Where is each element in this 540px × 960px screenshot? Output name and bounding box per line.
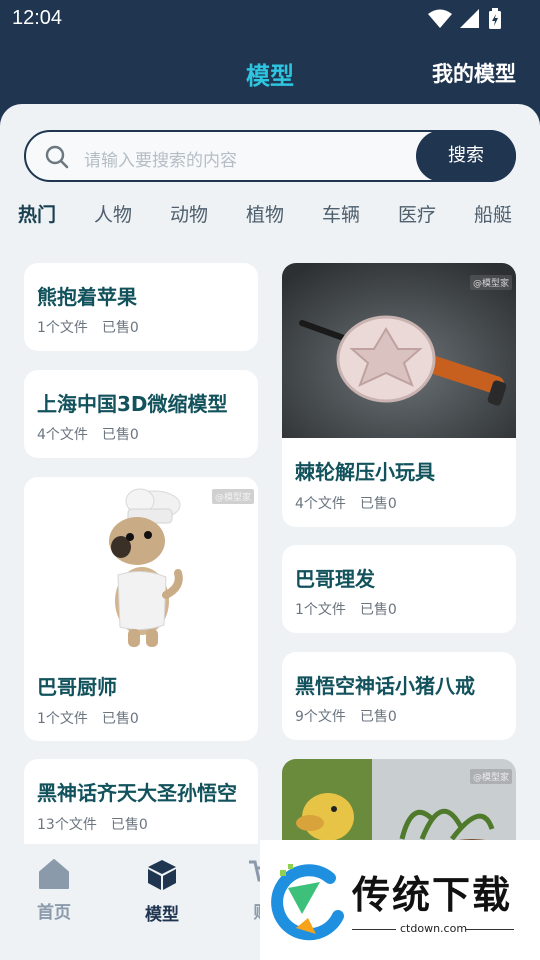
file-count: 13个文件 bbox=[37, 817, 97, 833]
ad-brand-name: 传统下载 bbox=[352, 873, 513, 917]
sold-count: 已售0 bbox=[101, 427, 139, 443]
card-meta: 4个文件 已售0 bbox=[37, 424, 153, 444]
watermark: @模型家 bbox=[469, 275, 512, 290]
search-button[interactable]: 搜索 bbox=[416, 130, 516, 182]
tab-vehicles[interactable]: 车辆 bbox=[322, 200, 360, 227]
ad-domain: ctdown.com bbox=[400, 922, 468, 935]
status-icons bbox=[428, 8, 502, 30]
nav-models[interactable]: 模型 bbox=[122, 858, 202, 925]
nav-models-label: 模型 bbox=[145, 905, 179, 925]
tab-medical[interactable]: 医疗 bbox=[398, 200, 436, 227]
tab-people[interactable]: 人物 bbox=[94, 200, 132, 227]
nav-home-label: 首页 bbox=[37, 903, 71, 923]
divider bbox=[466, 929, 514, 930]
sold-count: 已售0 bbox=[359, 496, 397, 512]
content-panel: 请输入要搜索的内容 搜索 热门 人物 动物 植物 车辆 医疗 船艇 熊抱着苹果 … bbox=[0, 104, 540, 960]
card-meta: 1个文件 已售0 bbox=[295, 599, 411, 619]
search-bar[interactable]: 请输入要搜索的内容 搜索 bbox=[24, 130, 516, 182]
model-card[interactable]: @模型家 巴哥厨师 1个文件 已售0 bbox=[24, 477, 258, 741]
file-count: 4个文件 bbox=[37, 427, 88, 443]
wifi-icon bbox=[428, 9, 452, 28]
card-title: 黑悟空神话小猪八戒 bbox=[295, 674, 475, 698]
tab-boats[interactable]: 船艇 bbox=[474, 200, 512, 227]
sold-count: 已售0 bbox=[359, 602, 397, 618]
sold-count: 已售0 bbox=[110, 817, 148, 833]
tab-animals[interactable]: 动物 bbox=[170, 200, 208, 227]
download-site-overlay: 传统下载 ctdown.com bbox=[260, 840, 540, 960]
file-count: 1个文件 bbox=[37, 711, 88, 727]
divider bbox=[352, 929, 396, 930]
model-card[interactable]: 上海中国3D微缩模型 4个文件 已售0 bbox=[24, 370, 258, 458]
chef-pug-image bbox=[24, 477, 258, 657]
cube-icon bbox=[148, 860, 176, 890]
nav-home[interactable]: 首页 bbox=[14, 858, 94, 923]
my-models-link[interactable]: 我的模型 bbox=[432, 58, 516, 88]
status-bar: 12:04 bbox=[0, 0, 540, 40]
file-count: 9个文件 bbox=[295, 709, 346, 725]
model-card[interactable]: 熊抱着苹果 1个文件 已售0 bbox=[24, 263, 258, 351]
watermark: @模型家 bbox=[469, 769, 512, 784]
watermark: @模型家 bbox=[211, 489, 254, 504]
sold-count: 已售0 bbox=[101, 711, 139, 727]
card-title: 黑神话齐天大圣孙悟空 bbox=[37, 781, 237, 805]
card-title: 巴哥厨师 bbox=[37, 675, 117, 699]
file-count: 1个文件 bbox=[295, 602, 346, 618]
home-icon bbox=[39, 859, 69, 889]
card-meta: 9个文件 已售0 bbox=[295, 706, 411, 726]
file-count: 1个文件 bbox=[37, 320, 88, 336]
sold-count: 已售0 bbox=[359, 709, 397, 725]
tab-hot[interactable]: 热门 bbox=[18, 200, 56, 227]
card-meta: 1个文件 已售0 bbox=[37, 708, 153, 728]
battery-icon bbox=[489, 8, 501, 29]
file-count: 4个文件 bbox=[295, 496, 346, 512]
category-tabs: 热门 人物 动物 植物 车辆 医疗 船艇 bbox=[0, 200, 540, 230]
card-title: 巴哥理发 bbox=[295, 567, 375, 591]
card-meta: 1个文件 已售0 bbox=[37, 317, 153, 337]
card-meta: 4个文件 已售0 bbox=[295, 493, 411, 513]
card-title: 棘轮解压小玩具 bbox=[295, 460, 435, 484]
card-meta: 13个文件 已售0 bbox=[37, 814, 162, 834]
search-icon bbox=[45, 145, 69, 169]
signal-icon bbox=[460, 9, 479, 28]
model-card[interactable]: 黑悟空神话小猪八戒 9个文件 已售0 bbox=[282, 652, 516, 740]
search-input[interactable]: 请输入要搜索的内容 bbox=[84, 146, 237, 171]
model-card[interactable]: @模型家 棘轮解压小玩具 4个文件 已售0 bbox=[282, 263, 516, 527]
card-title: 上海中国3D微缩模型 bbox=[37, 392, 228, 416]
model-card[interactable]: 巴哥理发 1个文件 已售0 bbox=[282, 545, 516, 633]
brand-logo-icon bbox=[271, 864, 344, 941]
status-time: 12:04 bbox=[12, 7, 63, 29]
sold-count: 已售0 bbox=[101, 320, 139, 336]
top-bar: 模型 我的模型 bbox=[0, 40, 540, 104]
card-title: 熊抱着苹果 bbox=[37, 285, 137, 309]
tab-plants[interactable]: 植物 bbox=[246, 200, 284, 227]
